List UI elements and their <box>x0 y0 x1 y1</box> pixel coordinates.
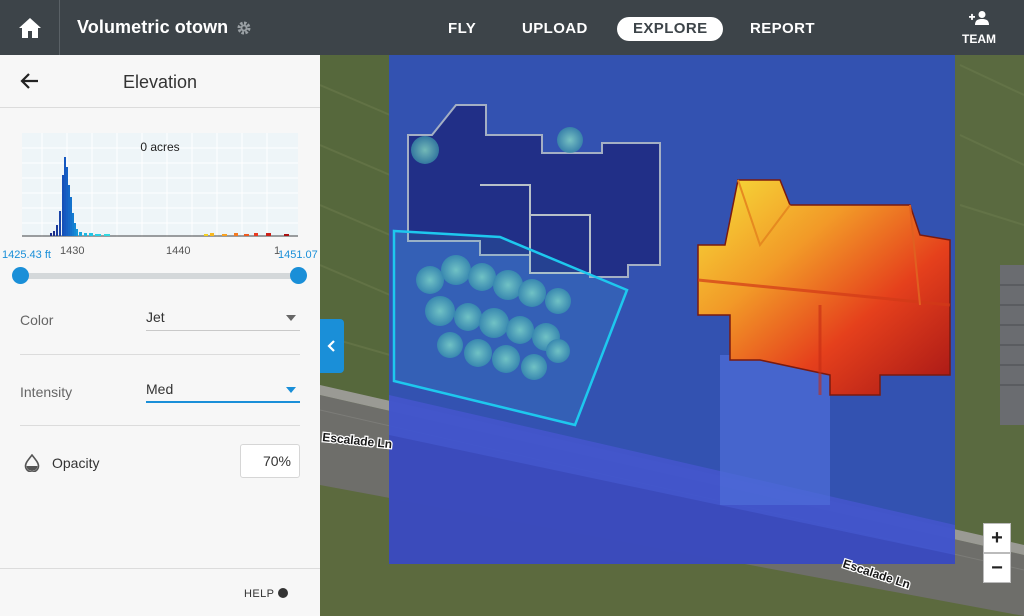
divider <box>20 425 300 426</box>
zoom-in-button[interactable]: + <box>983 523 1011 553</box>
help-label: HELP <box>244 588 275 600</box>
help-button[interactable]: HELP <box>244 588 289 600</box>
intensity-select-value: Med <box>146 381 174 397</box>
chevron-down-icon <box>286 315 296 321</box>
tab-upload[interactable]: UPLOAD <box>506 17 604 41</box>
home-button[interactable] <box>0 0 60 55</box>
tab-explore[interactable]: EXPLORE <box>617 17 724 41</box>
panel-title: Elevation <box>122 72 198 92</box>
map-canvas: Escalade Ln Escalade Ln <box>320 55 1024 616</box>
opacity-label: Opacity <box>52 455 100 471</box>
team-label: TEAM <box>962 32 996 46</box>
help-icon <box>278 588 289 598</box>
gear-icon[interactable] <box>236 20 252 36</box>
project-title: Volumetric otown <box>77 17 229 37</box>
intensity-select[interactable]: Med <box>146 377 300 403</box>
histogram-area-label: 0 acres <box>140 140 180 154</box>
range-min-handle[interactable] <box>12 267 29 284</box>
map-view[interactable]: Escalade Ln Escalade Ln <box>320 55 1024 616</box>
color-select-value: Jet <box>146 309 165 325</box>
histogram-tick-label: 1440 <box>166 245 191 257</box>
team-button[interactable]: TEAM <box>958 10 1000 46</box>
tab-report[interactable]: REPORT <box>734 17 831 41</box>
range-max-label: 1451.07 <box>278 249 318 261</box>
collapse-panel-button[interactable] <box>320 319 344 373</box>
tab-fly[interactable]: FLY <box>432 17 492 41</box>
opacity-input[interactable]: 70% <box>240 444 300 478</box>
elevation-panel: Elevation 0 acres 1430 1440 1 1425.43 ft… <box>0 55 320 616</box>
add-user-icon <box>969 11 989 25</box>
zoom-out-button[interactable]: − <box>983 553 1011 583</box>
panel-footer: HELP <box>0 568 320 616</box>
histogram-bars <box>50 157 289 236</box>
divider <box>20 354 300 355</box>
chevron-down-icon <box>286 387 296 393</box>
opacity-drop-icon <box>24 454 40 472</box>
color-select[interactable]: Jet <box>146 305 300 331</box>
range-min-label: 1425.43 ft <box>2 249 51 261</box>
top-bar: Volumetric otown FLY UPLOAD EXPLORE REPO… <box>0 0 1024 55</box>
range-max-handle[interactable] <box>290 267 307 284</box>
panel-header: Elevation <box>0 55 320 108</box>
color-label: Color <box>20 312 54 328</box>
chevron-left-icon <box>327 340 335 352</box>
home-icon <box>18 17 41 38</box>
histogram-tick-label: 1430 <box>60 245 85 257</box>
intensity-label: Intensity <box>20 384 73 400</box>
elevation-range-slider[interactable] <box>20 273 300 279</box>
elevation-histogram: 0 acres <box>22 133 298 237</box>
